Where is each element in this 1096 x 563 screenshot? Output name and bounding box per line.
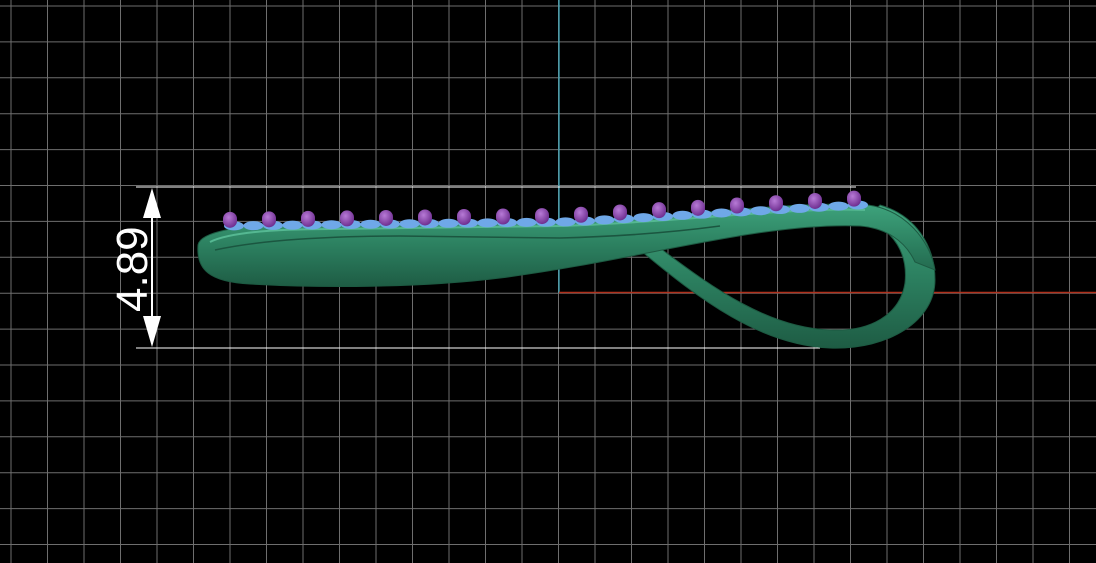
prong (847, 190, 861, 207)
stone (516, 217, 537, 227)
prong (340, 210, 354, 227)
stone (360, 219, 381, 229)
stone (243, 221, 264, 231)
prong (652, 202, 666, 219)
prong (730, 197, 744, 214)
prong (457, 209, 471, 226)
prong (808, 192, 822, 209)
prong (574, 206, 588, 223)
prong (496, 208, 510, 225)
stone (555, 217, 576, 227)
prong (769, 195, 783, 212)
stone (594, 215, 615, 225)
stone (321, 220, 342, 230)
stone (828, 201, 849, 211)
stone (672, 210, 693, 220)
prong (691, 199, 705, 216)
dimension-label: 4.89 (108, 226, 157, 312)
prong (613, 204, 627, 221)
stone (399, 219, 420, 229)
viewport-canvas: 4.89 (0, 0, 1096, 563)
prong (262, 211, 276, 228)
stone (711, 208, 732, 218)
prong (535, 208, 549, 225)
cad-viewport[interactable]: 4.89 (0, 0, 1096, 563)
stone (750, 206, 771, 216)
prong (379, 209, 393, 226)
stone (477, 218, 498, 228)
prong (223, 211, 237, 228)
stone (633, 213, 654, 223)
stone (438, 218, 459, 228)
prong (301, 210, 315, 227)
stone (282, 220, 303, 230)
stone (789, 203, 810, 213)
ring-model[interactable] (197, 190, 936, 349)
prong (418, 209, 432, 226)
